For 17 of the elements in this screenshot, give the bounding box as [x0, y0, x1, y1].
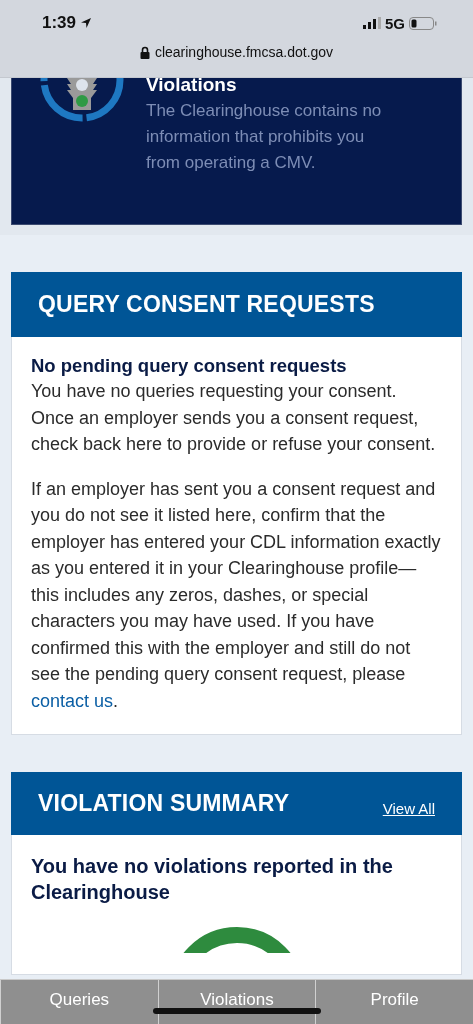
- section-heading: You have no violations reported in the Clearinghouse: [31, 854, 394, 905]
- url-address[interactable]: clearinghouse.fmcsa.dot.gov: [154, 44, 334, 60]
- body-paragraph: You have no queries requesting your consent. Once an employer sends you a consent request, check back here to provide or refuse your consent.: [31, 380, 437, 456]
- lock-icon: [139, 45, 150, 59]
- location-arrow-icon: [80, 17, 93, 29]
- section-title: VIOLATION SUMMARY: [38, 790, 290, 817]
- contact-link[interactable]: contact us: [31, 690, 114, 711]
- view-all-link[interactable]: View All: [382, 800, 435, 817]
- body-paragraph: If an employer has sent you a consent request and you do not see it listed here, confirm that the employer has entered your CDL information exactly as you entered it in your Clearinghouse profile—this includes any zeros, dashes, or special characters you may have used. If you have confirmed this with the employer and still do not see the pending query consent request, please contact us.: [31, 477, 442, 713]
- battery-icon: [409, 16, 437, 30]
- section-title: QUERY CONSENT REQUESTS: [38, 291, 375, 318]
- card-title: Violations: [146, 74, 238, 96]
- section-heading: No pending query consent requests: [31, 355, 348, 377]
- clock-time: 1:39: [42, 13, 77, 33]
- card-description: The Clearinghouse contains no information that prohibits you from operating a CMV.: [146, 100, 383, 174]
- signal-icon: [363, 17, 381, 29]
- network-type: 5G: [385, 14, 405, 32]
